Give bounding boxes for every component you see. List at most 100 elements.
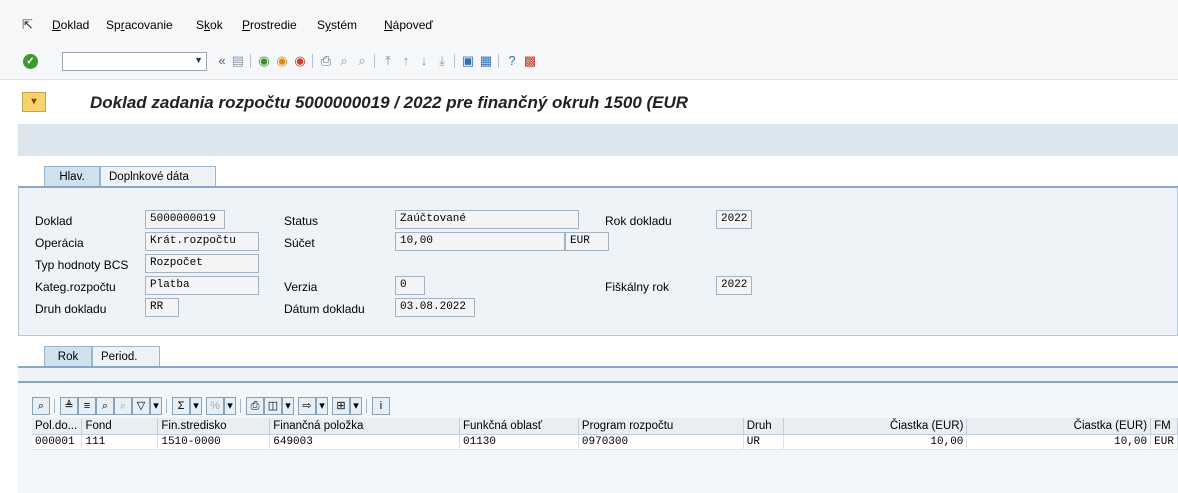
sum-dropdown-icon[interactable]: ▾ (190, 397, 202, 415)
toolbar-separator (250, 54, 251, 68)
sort-ascending-icon[interactable]: ≜ (60, 397, 78, 415)
menu-bar: ⇱ Doklad Spracovanie Skok Prostredie Sys… (0, 0, 1178, 40)
command-field[interactable]: ▼ (62, 52, 207, 71)
field-status[interactable]: Zaúčtované (395, 210, 579, 229)
application-toolbar (18, 124, 1178, 156)
grid-toolbar-separator (240, 399, 241, 413)
col-program-rozpoctu[interactable]: Program rozpočtu (578, 418, 744, 435)
grid-toolbar-separator (54, 399, 55, 413)
menu-system[interactable]: Systém (317, 18, 357, 32)
print-icon[interactable]: ⎙ (318, 53, 334, 69)
cell-druh: UR (743, 434, 784, 450)
field-fiskalny-rok[interactable]: 2022 (716, 276, 752, 295)
export-dropdown-icon[interactable]: ▾ (316, 397, 328, 415)
field-kateg[interactable]: Platba (145, 276, 259, 295)
tab-doplnkove-data[interactable]: Doplnkové dáta (100, 166, 216, 188)
tab-period[interactable]: Period. (92, 346, 160, 368)
shortcut-icon[interactable]: ▦ (478, 53, 494, 69)
budget-items-table: Pol.do... Fond Fin.stredisko Finančná po… (32, 418, 1178, 450)
help-icon[interactable]: ? (504, 53, 520, 69)
grid-print-icon[interactable]: ⎙ (246, 397, 264, 415)
field-sucet[interactable]: 10,00 (395, 232, 565, 251)
standard-toolbar: ✓ ▼ « ▤ ◉ ◉ ◉ ⎙ ⌕ ⌕ ⤒ ↑ ↓ ⤓ ▣ ▦ ? ▩ (0, 40, 1178, 80)
layout-icon[interactable]: ▩ (522, 53, 538, 69)
sort-descending-icon[interactable]: ≡ (78, 397, 96, 415)
col-ciastka-1[interactable]: Čiastka (EUR) (783, 418, 968, 435)
filter-icon[interactable]: ▽ (132, 397, 150, 415)
views-icon[interactable]: ◫ (264, 397, 282, 415)
last-page-icon[interactable]: ⤓ (434, 53, 450, 69)
first-page-icon[interactable]: ⤒ (380, 53, 396, 69)
sum-icon[interactable]: Σ (172, 397, 190, 415)
col-financna-polozka[interactable]: Finančná položka (269, 418, 460, 435)
find-next-icon[interactable]: ⌕ (354, 53, 370, 69)
title-bar: ▾ Doklad zadania rozpočtu 5000000019 / 2… (18, 88, 1178, 118)
toolbar-separator (374, 54, 375, 68)
details-icon[interactable]: ⌕ (32, 397, 50, 415)
col-funkcna-oblast[interactable]: Funkčná oblasť (459, 418, 579, 435)
grid-toolbar-separator (366, 399, 367, 413)
field-rok-dokladu[interactable]: 2022 (716, 210, 752, 229)
field-druh-dokladu[interactable]: RR (145, 298, 179, 317)
field-verzia[interactable]: 0 (395, 276, 425, 295)
col-ciastka-2[interactable]: Čiastka (EUR) (966, 418, 1152, 435)
prev-page-icon[interactable]: ↑ (398, 53, 414, 69)
cell-ciastka-2: 10,00 (966, 434, 1152, 450)
col-druh[interactable]: Druh (743, 418, 784, 435)
find-icon[interactable]: ⌕ (336, 53, 352, 69)
cell-financna-polozka: 649003 (269, 434, 460, 450)
info-icon[interactable]: i (372, 397, 390, 415)
save-icon[interactable]: ▤ (230, 53, 246, 69)
label-rok-dokladu: Rok dokladu (605, 214, 672, 228)
menu-exit-icon[interactable]: ⇱ (22, 17, 33, 33)
menu-doklad[interactable]: Doklad (52, 18, 89, 32)
enter-check-icon[interactable]: ✓ (23, 54, 38, 69)
dropdown-arrow-icon[interactable]: ▼ (194, 55, 203, 65)
export-icon[interactable]: ⇨ (298, 397, 316, 415)
menu-napoveda[interactable]: Nápoveď (384, 18, 433, 32)
filter-dropdown-icon[interactable]: ▾ (150, 397, 162, 415)
field-operacia[interactable]: Krát.rozpočtu (145, 232, 259, 251)
field-typ-hodnoty[interactable]: Rozpočet (145, 254, 259, 273)
field-doklad[interactable]: 5000000019 (145, 210, 225, 229)
cancel-icon[interactable]: ◉ (292, 53, 308, 69)
subtotal-icon[interactable]: % (206, 397, 224, 415)
col-fin-stredisko[interactable]: Fin.stredisko (157, 418, 271, 435)
new-session-icon[interactable]: ▣ (460, 53, 476, 69)
label-verzia: Verzia (284, 280, 318, 294)
col-pol-do[interactable]: Pol.do... (32, 418, 83, 435)
toolbar-separator (454, 54, 455, 68)
label-status: Status (284, 214, 319, 228)
layout-dropdown-icon[interactable]: ▾ (350, 397, 362, 415)
toolbar-separator (498, 54, 499, 68)
exit-icon[interactable]: ◉ (274, 53, 290, 69)
menu-prostredie[interactable]: Prostredie (242, 18, 297, 32)
document-menu-icon[interactable]: ▾ (22, 92, 46, 112)
field-datum-dokladu[interactable]: 03.08.2022 (395, 298, 475, 317)
table-row[interactable]: 000001 111 1510-0000 649003 01130 097030… (32, 434, 1178, 450)
tab-hlav[interactable]: Hlav. (44, 166, 100, 188)
views-dropdown-icon[interactable]: ▾ (282, 397, 294, 415)
back-icon[interactable]: ◉ (256, 53, 272, 69)
label-fiskalny-rok: Fiškálny rok (605, 280, 670, 294)
table-header-row: Pol.do... Fond Fin.stredisko Finančná po… (32, 418, 1178, 435)
col-fm[interactable]: FM (1150, 418, 1178, 435)
page-title: Doklad zadania rozpočtu 5000000019 / 202… (90, 93, 689, 112)
menu-spracovanie[interactable]: Spracovanie (106, 18, 173, 32)
grid-find-icon[interactable]: ⌕ (96, 397, 114, 415)
cell-fin-stredisko: 1510-0000 (157, 434, 271, 450)
cell-ciastka-1: 10,00 (783, 434, 968, 450)
label-operacia: Operácia (35, 236, 84, 250)
field-sucet-currency[interactable]: EUR (565, 232, 609, 251)
cell-funkcna-oblast: 01130 (459, 434, 579, 450)
menu-skok[interactable]: Skok (196, 18, 223, 32)
col-fond[interactable]: Fond (81, 418, 159, 435)
tab-rok[interactable]: Rok (44, 346, 92, 368)
cell-fm: EUR (1150, 434, 1178, 450)
toolbar-separator (312, 54, 313, 68)
next-page-icon[interactable]: ↓ (416, 53, 432, 69)
grid-find-next-icon[interactable]: ⌕ (114, 397, 132, 415)
back-double-icon[interactable]: « (214, 53, 230, 69)
subtotal-dropdown-icon[interactable]: ▾ (224, 397, 236, 415)
layout-grid-icon[interactable]: ⊞ (332, 397, 350, 415)
